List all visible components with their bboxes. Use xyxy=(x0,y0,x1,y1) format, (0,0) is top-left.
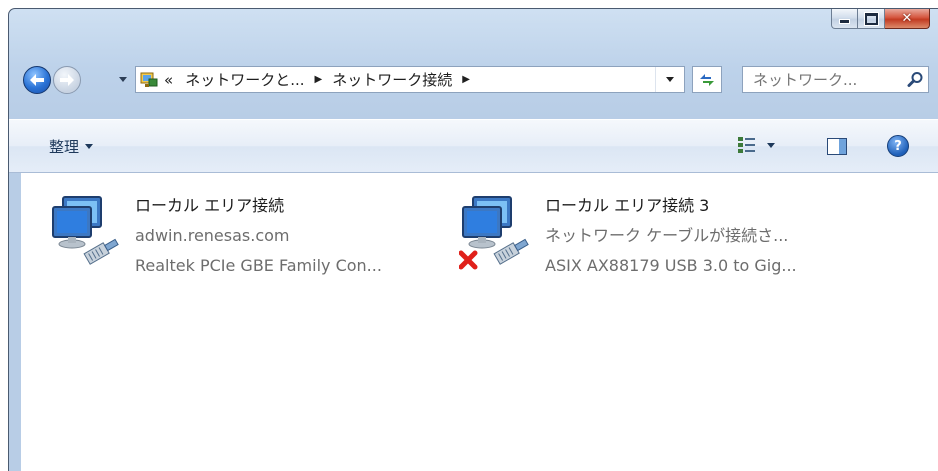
refresh-icon xyxy=(700,73,714,86)
close-icon: ✕ xyxy=(901,11,913,26)
maximize-icon xyxy=(864,12,878,25)
search-box[interactable] xyxy=(742,66,929,93)
breadcrumb-arrow-icon[interactable]: ▶ xyxy=(315,74,323,85)
address-overflow[interactable]: « xyxy=(164,71,173,89)
refresh-button[interactable] xyxy=(692,66,722,93)
help-icon: ? xyxy=(894,138,902,154)
list-item-connection[interactable]: ローカル エリア接続 adwin.renesas.com Realtek PCI… xyxy=(49,191,389,281)
close-button[interactable]: ✕ xyxy=(885,9,930,29)
connection-status: adwin.renesas.com xyxy=(135,226,290,245)
minimize-icon xyxy=(839,19,850,24)
disconnected-x-icon xyxy=(459,250,478,270)
views-icon xyxy=(738,137,755,153)
forward-arrow-icon xyxy=(60,74,74,86)
connection-name: ローカル エリア接続 xyxy=(135,196,285,215)
preview-pane-icon xyxy=(827,138,847,155)
breadcrumb-arrow-icon[interactable]: ▶ xyxy=(462,74,470,85)
caption-buttons: ✕ xyxy=(831,9,930,31)
maximize-button[interactable] xyxy=(858,9,885,29)
connection-device: Realtek PCIe GBE Family Con... xyxy=(135,256,382,275)
chevron-down-icon xyxy=(767,142,775,148)
explorer-window: ✕ « ネットワークと... ▶ ネットワーク接続 ▶ ネットワーク... 整理… xyxy=(8,8,938,471)
network-folder-icon xyxy=(140,71,158,88)
search-input[interactable] xyxy=(743,69,905,90)
organize-label: 整理 xyxy=(49,138,80,156)
address-bar[interactable]: « ネットワークと... ▶ ネットワーク接続 ▶ xyxy=(135,66,685,93)
connections-list: ローカル エリア接続 adwin.renesas.com Realtek PCI… xyxy=(21,173,938,471)
back-arrow-icon xyxy=(30,74,44,86)
minimize-button[interactable] xyxy=(831,9,858,29)
address-history-dropdown[interactable] xyxy=(655,67,684,92)
network-adapter-icon xyxy=(459,196,529,270)
breadcrumb-item-network-connections[interactable]: ネットワーク接続 xyxy=(332,69,452,90)
preview-pane-button[interactable] xyxy=(827,138,847,159)
change-view-button[interactable] xyxy=(737,136,775,154)
chevron-down-icon xyxy=(666,77,674,82)
connection-name: ローカル エリア接続 3 xyxy=(545,196,710,215)
back-button[interactable] xyxy=(23,66,51,94)
recent-pages-dropdown[interactable] xyxy=(119,77,127,82)
breadcrumb-item-network-and-sharing[interactable]: ネットワークと... xyxy=(185,69,304,90)
search-icon xyxy=(907,72,923,87)
navigation-bar: « ネットワークと... ▶ ネットワーク接続 ▶ xyxy=(9,61,938,101)
connection-device: ASIX AX88179 USB 3.0 to Gig... xyxy=(545,256,797,275)
help-button[interactable]: ? xyxy=(887,135,909,157)
command-bar: 整理 ? xyxy=(9,119,938,173)
connection-status: ネットワーク ケーブルが接続さ... xyxy=(545,226,789,245)
forward-button[interactable] xyxy=(53,66,81,94)
network-adapter-icon xyxy=(52,196,119,265)
list-item-connection-3[interactable]: ローカル エリア接続 3 ネットワーク ケーブルが接続さ... ASIX AX8… xyxy=(459,191,799,281)
organize-button[interactable]: 整理 xyxy=(49,136,94,157)
chevron-down-icon xyxy=(85,144,94,149)
